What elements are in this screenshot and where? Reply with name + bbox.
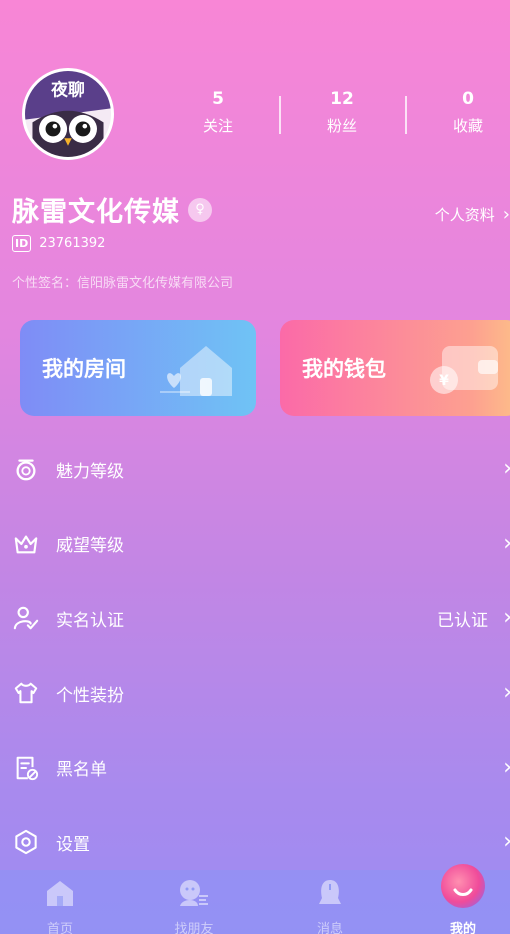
menu-settings[interactable]: 设置 › bbox=[0, 805, 510, 880]
settings-icon bbox=[12, 828, 40, 856]
owl-avatar-icon: 夜聊 bbox=[25, 71, 111, 157]
menu-label: 实名认证 bbox=[56, 610, 124, 631]
menu-label: 黑名单 bbox=[56, 760, 107, 781]
tshirt-icon bbox=[12, 679, 40, 707]
stat-value: 5 bbox=[212, 89, 224, 109]
stat-fans[interactable]: 12 粉丝 bbox=[302, 88, 382, 136]
chevron-right-icon: › bbox=[502, 203, 510, 225]
chevron-right-icon: › bbox=[503, 682, 510, 704]
divider bbox=[279, 96, 281, 134]
my-room-card[interactable]: 我的房间 bbox=[20, 320, 256, 416]
menu-label: 魅力等级 bbox=[56, 461, 124, 482]
stats-bar: 5 关注 12 粉丝 0 收藏 bbox=[150, 88, 510, 148]
nav-label: 首页 bbox=[46, 922, 73, 934]
stat-label: 粉丝 bbox=[326, 117, 357, 135]
user-id: 23761392 bbox=[39, 236, 106, 251]
stat-label: 关注 bbox=[202, 117, 233, 135]
stat-value: 12 bbox=[330, 89, 354, 109]
id-tag: ID bbox=[12, 235, 32, 252]
divider bbox=[405, 96, 407, 134]
user-verify-icon bbox=[12, 604, 40, 632]
charm-level-icon bbox=[12, 455, 40, 483]
menu-prestige-level[interactable]: 威望等级 › bbox=[0, 507, 510, 582]
gender-female-icon: ♀ bbox=[188, 197, 212, 222]
crown-icon bbox=[12, 530, 40, 558]
avatar[interactable]: 夜聊 bbox=[22, 68, 114, 160]
chevron-right-icon: › bbox=[503, 532, 510, 555]
house-icon bbox=[160, 346, 232, 396]
stat-value: 0 bbox=[462, 89, 474, 109]
profile-details-link[interactable]: 个人资料 › bbox=[435, 204, 510, 225]
nav-label: 消息 bbox=[316, 922, 343, 934]
settings-menu: 魅力等级 › 威望等级 › 实名认证 已认证 › 个性装扮 › 黑名单 › 设置 bbox=[0, 432, 510, 880]
my-room-label: 我的房间 bbox=[42, 357, 126, 381]
menu-label: 设置 bbox=[56, 834, 90, 855]
menu-charm-level[interactable]: 魅力等级 › bbox=[0, 432, 510, 507]
username-row: 脉雷文化传媒 ♀ bbox=[12, 190, 212, 229]
nav-label: 找朋友 bbox=[174, 922, 214, 934]
menu-label: 威望等级 bbox=[56, 536, 124, 557]
signature: 个性签名：信阳脉雷文化传媒有限公司 bbox=[12, 276, 234, 291]
nav-home[interactable]: 首页 bbox=[15, 878, 105, 934]
my-wallet-card[interactable]: 我的钱包 ¥ bbox=[280, 320, 510, 416]
chevron-right-icon: › bbox=[503, 756, 510, 779]
menu-personal-dressup[interactable]: 个性装扮 › bbox=[0, 656, 510, 731]
svg-text:夜聊: 夜聊 bbox=[50, 79, 85, 99]
bottom-navigation: 首页 找朋友 消息 我的 bbox=[0, 870, 510, 934]
svg-text:¥: ¥ bbox=[439, 373, 449, 389]
menu-label: 个性装扮 bbox=[56, 685, 124, 706]
home-icon bbox=[47, 881, 73, 906]
my-wallet-label: 我的钱包 bbox=[302, 357, 386, 381]
profile-link-label: 个人资料 bbox=[434, 206, 495, 224]
chevron-right-icon: › bbox=[503, 458, 510, 480]
stat-following[interactable]: 5 关注 bbox=[178, 88, 258, 136]
nav-messages[interactable]: 消息 bbox=[285, 878, 375, 934]
username: 脉雷文化传媒 bbox=[12, 197, 180, 228]
message-icon bbox=[319, 880, 341, 904]
verification-status: 已认证 bbox=[437, 610, 488, 631]
menu-real-name-verification[interactable]: 实名认证 已认证 › bbox=[0, 581, 510, 656]
stat-favorites[interactable]: 0 收藏 bbox=[428, 88, 508, 136]
chevron-right-icon: › bbox=[503, 831, 510, 853]
menu-blacklist[interactable]: 黑名单 › bbox=[0, 730, 510, 805]
nav-label: 我的 bbox=[449, 922, 476, 934]
stat-label: 收藏 bbox=[452, 117, 483, 135]
profile-active-bubble-icon[interactable] bbox=[441, 864, 485, 908]
find-friends-icon bbox=[180, 880, 208, 906]
nav-find-friends[interactable]: 找朋友 bbox=[149, 878, 239, 934]
wallet-icon: ¥ bbox=[430, 346, 498, 394]
user-id-row: ID 23761392 bbox=[12, 235, 105, 252]
blacklist-icon bbox=[12, 754, 40, 782]
chevron-right-icon: › bbox=[503, 607, 510, 629]
